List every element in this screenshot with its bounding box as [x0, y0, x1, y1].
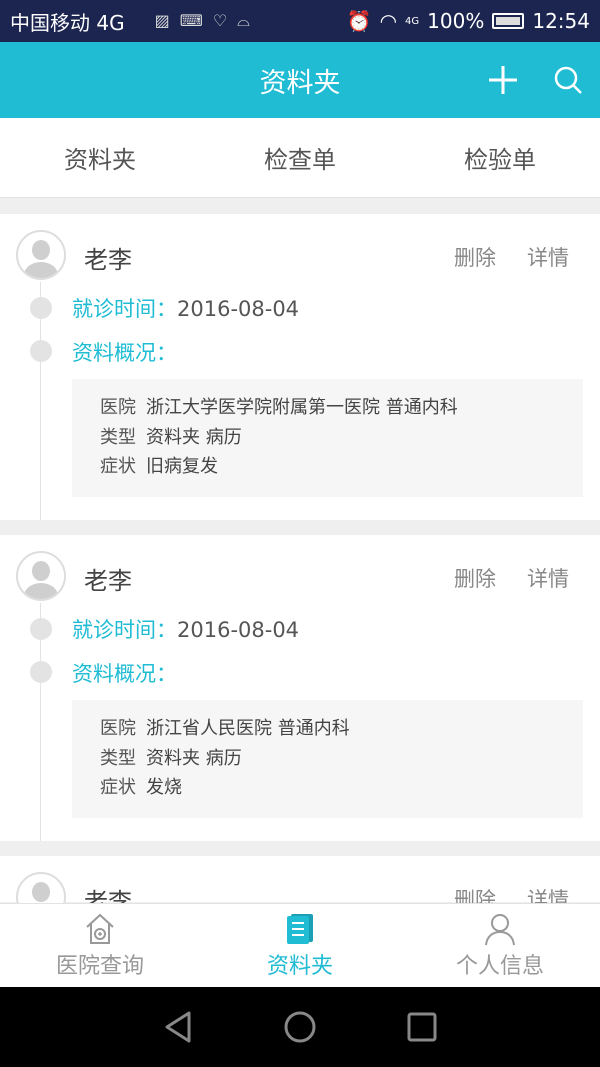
carrier: 中国移动 4G — [10, 10, 125, 35]
patient-name: 老李 — [84, 567, 132, 595]
home-icon[interactable] — [283, 1010, 317, 1044]
clock: 12:54 — [532, 9, 590, 33]
visit-time: 就诊时间：2016-08-04 — [72, 618, 300, 642]
nav-hospital-search[interactable]: 医院查询 — [0, 904, 200, 987]
visit-time: 就诊时间：2016-08-04 — [72, 297, 300, 321]
battery-icon — [492, 13, 525, 29]
battery-percent: 100% — [427, 9, 485, 33]
timeline-dot — [30, 297, 52, 319]
search-icon — [554, 66, 582, 94]
add-button[interactable] — [485, 62, 521, 98]
delete-button[interactable]: 删除 — [454, 242, 496, 272]
record-card[interactable]: 老李 删除 详情 就诊时间：2016-08-04 资料概况： 医院 浙江省人民医院… — [0, 535, 600, 841]
detail-button[interactable]: 详情 — [527, 242, 569, 272]
alarm-icon: ⏰ — [346, 9, 372, 33]
recents-icon[interactable] — [407, 1012, 437, 1042]
hospital: 浙江大学医学院附属第一医院 普通内科 — [146, 397, 458, 418]
delete-button[interactable]: 删除 — [454, 563, 496, 593]
timeline-dot — [30, 340, 52, 362]
image-icon: ▨ — [154, 11, 170, 30]
tab-examination[interactable]: 检查单 — [200, 118, 400, 197]
app-header: 资料夹 — [0, 42, 600, 118]
page-title: 资料夹 — [259, 67, 341, 99]
person-icon — [485, 914, 515, 946]
nav-folder[interactable]: 资料夹 — [200, 904, 400, 987]
bottom-nav: 医院查询 资料夹 个人信息 — [0, 903, 600, 987]
symptom: 发烧 — [146, 777, 182, 798]
timeline-dot — [30, 618, 52, 640]
search-button[interactable] — [550, 62, 586, 98]
tab-test[interactable]: 检验单 — [400, 118, 600, 197]
symptom: 旧病复发 — [146, 456, 218, 477]
detail-button[interactable]: 详情 — [527, 563, 569, 593]
wifi-icon: ◠ — [379, 9, 398, 33]
patient-name: 老李 — [84, 246, 132, 274]
record-card[interactable]: 老李 删除 详情 — [0, 856, 600, 922]
folder-icon — [287, 914, 313, 944]
summary-label: 资料概况： — [72, 662, 177, 686]
record-list[interactable]: 老李 删除 详情 就诊时间：2016-08-04 资料概况： 医院 浙江大学医学院… — [0, 214, 600, 922]
hospital-icon — [86, 913, 114, 944]
hospital: 浙江省人民医院 普通内科 — [146, 718, 350, 739]
record-type: 资料夹 病历 — [146, 426, 242, 448]
summary-box: 医院 浙江大学医学院附属第一医院 普通内科 类型 资料夹 病历 症状 旧病复发 — [72, 379, 583, 497]
keyboard-icon: ⌨ — [179, 11, 203, 30]
tab-folder[interactable]: 资料夹 — [0, 118, 200, 197]
record-type: 资料夹 病历 — [146, 747, 242, 769]
tab-bar: 资料夹 检查单 检验单 — [0, 118, 600, 198]
shield-icon: ♡ — [212, 11, 228, 30]
back-icon[interactable] — [163, 1010, 193, 1044]
avatar — [16, 551, 66, 601]
avatar — [16, 230, 66, 280]
notification-icons: ▨ ⌨ ♡ ⌓ — [155, 11, 250, 31]
signal-icon: 4G — [405, 15, 420, 27]
plus-icon — [489, 66, 517, 94]
status-bar: 中国移动 4G ▨ ⌨ ♡ ⌓ ⏰ ◠ 4G 100% 12:54 — [0, 0, 600, 42]
timeline-dot — [30, 661, 52, 683]
android-icon: ⌓ — [237, 11, 250, 30]
summary-box: 医院 浙江省人民医院 普通内科 类型 资料夹 病历 症状 发烧 — [72, 700, 583, 818]
summary-label: 资料概况： — [72, 341, 177, 365]
record-card[interactable]: 老李 删除 详情 就诊时间：2016-08-04 资料概况： 医院 浙江大学医学院… — [0, 214, 600, 520]
system-nav-bar — [0, 987, 600, 1067]
nav-personal-info[interactable]: 个人信息 — [400, 904, 600, 987]
